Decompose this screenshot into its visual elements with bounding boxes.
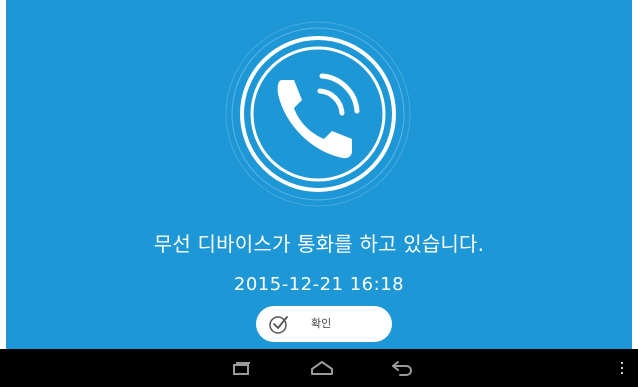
overflow-menu-button[interactable] [612,349,632,387]
check-circle-icon [269,316,288,334]
back-button[interactable] [380,349,424,387]
home-button[interactable] [300,349,344,387]
call-notification-panel: 무선 디바이스가 통화를 하고 있습니다. 2015-12-21 16:18 확… [6,0,632,349]
call-datetime: 2015-12-21 16:18 [233,274,405,295]
back-icon [392,361,413,376]
phone-call-icon [225,21,411,207]
recent-apps-icon [233,362,250,375]
call-status-message: 무선 디바이스가 통화를 하고 있습니다. [153,232,485,256]
system-navigation-bar [0,349,638,387]
confirm-label: 확인 [311,317,332,330]
screen: 무선 디바이스가 통화를 하고 있습니다. 2015-12-21 16:18 확… [0,0,638,387]
overflow-menu-icon [621,362,623,374]
home-icon [311,361,333,375]
confirm-button[interactable]: 확인 [256,306,392,342]
recent-apps-button[interactable] [222,349,262,387]
